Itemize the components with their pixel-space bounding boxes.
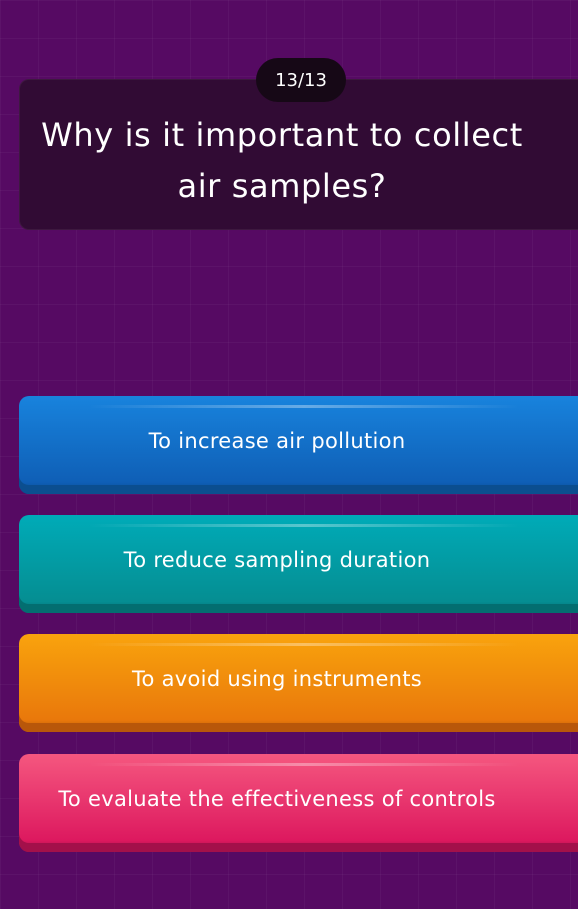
answer-option-1[interactable]: To increase air pollution <box>19 396 578 494</box>
answer-option-3[interactable]: To avoid using instruments <box>19 634 578 732</box>
answer-option-4[interactable]: To evaluate the effectiveness of control… <box>19 754 578 852</box>
button-highlight <box>89 405 519 408</box>
question-text: Why is it important to collect air sampl… <box>41 115 523 205</box>
question-counter: 13/13 <box>256 58 346 102</box>
button-highlight <box>89 643 519 646</box>
answer-option-label: To evaluate the effectiveness of control… <box>58 787 496 811</box>
button-highlight <box>89 763 519 766</box>
answer-option-2[interactable]: To reduce sampling duration <box>19 515 578 613</box>
answer-option-label: To increase air pollution <box>148 429 406 453</box>
button-highlight <box>89 524 519 527</box>
answer-option-label: To reduce sampling duration <box>123 548 431 572</box>
answer-option-label: To avoid using instruments <box>131 667 423 691</box>
